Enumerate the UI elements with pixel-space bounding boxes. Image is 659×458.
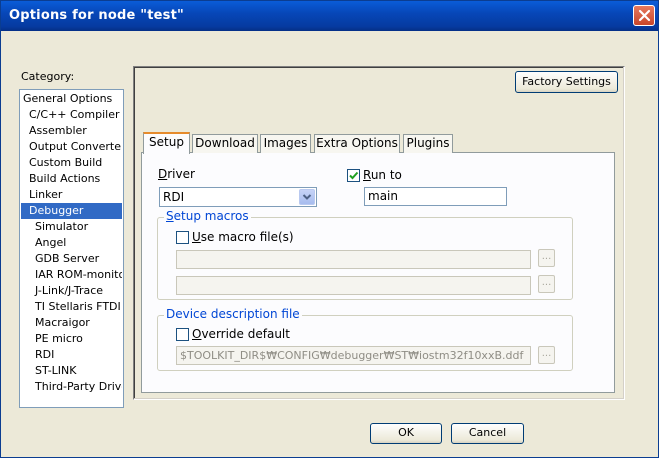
run-to-input[interactable]: main — [364, 187, 507, 206]
category-item-output-converter[interactable]: Output Converter — [21, 139, 122, 155]
tab-setup[interactable]: Setup — [143, 132, 190, 154]
device-description-legend: Device description file — [164, 307, 302, 321]
tab-label: Images — [263, 136, 308, 150]
category-item-label: Output Converter — [29, 140, 122, 153]
category-item-st-link[interactable]: ST-LINK — [21, 363, 122, 379]
category-item-custom-build[interactable]: Custom Build — [21, 155, 122, 171]
tab-label: Setup — [149, 135, 184, 149]
category-item-build-actions[interactable]: Build Actions — [21, 171, 122, 187]
category-list[interactable]: General Options C/C++ Compiler Assembler… — [19, 89, 124, 408]
macro-file-2-input[interactable] — [176, 276, 531, 295]
device-file-input[interactable]: $TOOLKIT_DIR$₩CONFIG₩debugger₩ST₩iostm32… — [176, 346, 531, 365]
category-item-linker[interactable]: Linker — [21, 187, 122, 203]
category-item-label: Debugger — [29, 204, 84, 217]
category-item-cpp-compiler[interactable]: C/C++ Compiler — [21, 107, 122, 123]
category-item-simulator[interactable]: Simulator — [21, 219, 122, 235]
category-item-label: Simulator — [35, 220, 89, 233]
category-item-label: ST-LINK — [35, 364, 77, 377]
category-item-rdi[interactable]: RDI — [21, 347, 122, 363]
driver-label: Driver — [158, 167, 195, 181]
category-item-macraigor[interactable]: Macraigor — [21, 315, 122, 331]
category-item-label: IAR ROM-monitor — [35, 268, 122, 281]
category-item-label: Angel — [35, 236, 67, 249]
chevron-down-icon[interactable] — [299, 189, 315, 205]
override-default-text: verride default — [201, 327, 290, 341]
tab-label: Plugins — [406, 136, 450, 150]
override-default-checkbox[interactable] — [176, 328, 189, 341]
ok-button[interactable]: OK — [370, 423, 442, 444]
category-item-label: RDI — [35, 348, 55, 361]
driver-label-text: river — [167, 167, 195, 181]
category-item-label: TI Stellaris FTDI — [35, 300, 121, 313]
run-to-checkbox[interactable] — [347, 169, 360, 182]
tab-label: Extra Options — [316, 136, 398, 150]
override-default-label: Override default — [192, 327, 290, 341]
cancel-button[interactable]: Cancel — [451, 423, 524, 444]
window-title: Options for node "test" — [9, 8, 184, 23]
run-to-text: un to — [370, 168, 402, 182]
category-item-label: Assembler — [29, 124, 87, 137]
use-macro-label: Use macro file(s) — [192, 230, 294, 244]
category-item-pe-micro[interactable]: PE micro — [21, 331, 122, 347]
tab-label: Download — [195, 136, 255, 150]
category-item-angel[interactable]: Angel — [21, 235, 122, 251]
close-button[interactable] — [633, 5, 655, 26]
macro-file-2-browse-button[interactable]: ... — [538, 275, 555, 293]
category-item-third-party-driver[interactable]: Third-Party Driver — [21, 379, 122, 395]
dialog-body: Category: General Options C/C++ Compiler… — [4, 31, 655, 456]
tab-extra-options[interactable]: Extra Options — [314, 134, 400, 153]
tab-images[interactable]: Images — [260, 134, 311, 153]
tab-plugins[interactable]: Plugins — [403, 134, 453, 153]
macro-file-1-browse-button[interactable]: ... — [538, 249, 555, 267]
setup-macros-legend: Setup macros — [164, 209, 251, 223]
checkmark-icon — [349, 171, 359, 180]
category-item-debugger[interactable]: Debugger — [21, 203, 122, 219]
driver-select[interactable]: RDI — [159, 187, 317, 207]
setup-macros-mnemonic: S — [166, 209, 174, 223]
category-item-label: Custom Build — [29, 156, 103, 169]
category-item-ti-stellaris-ftdi[interactable]: TI Stellaris FTDI — [21, 299, 122, 315]
options-dialog: Options for node "test" Category: Genera… — [0, 0, 659, 458]
device-file-browse-button[interactable]: ... — [538, 346, 555, 364]
category-item-jlink-jtrace[interactable]: J-Link/J-Trace — [21, 283, 122, 299]
category-label: Category: — [21, 70, 75, 83]
category-item-label: GDB Server — [35, 252, 100, 265]
factory-settings-button[interactable]: Factory Settings — [515, 71, 618, 93]
macro-file-1-input[interactable] — [176, 250, 531, 269]
category-item-label: PE micro — [35, 332, 83, 345]
category-item-label: Macraigor — [35, 316, 90, 329]
driver-label-mnemonic: D — [158, 167, 168, 181]
category-item-iar-rom-monitor[interactable]: IAR ROM-monitor — [21, 267, 122, 283]
category-item-assembler[interactable]: Assembler — [21, 123, 122, 139]
run-to-mnemonic: R — [363, 168, 371, 182]
category-item-label: Linker — [29, 188, 63, 201]
category-item-label: General Options — [23, 92, 113, 105]
category-item-general-options[interactable]: General Options — [21, 91, 122, 107]
category-item-gdb-server[interactable]: GDB Server — [21, 251, 122, 267]
category-item-label: Build Actions — [29, 172, 101, 185]
tab-download[interactable]: Download — [192, 134, 258, 153]
category-item-label: Third-Party Driver — [35, 380, 122, 393]
close-icon — [638, 9, 651, 22]
use-macro-mnemonic: U — [192, 230, 201, 244]
driver-select-value: RDI — [163, 190, 185, 204]
title-bar[interactable]: Options for node "test" — [1, 1, 658, 31]
category-item-label: C/C++ Compiler — [29, 108, 120, 121]
category-item-label: J-Link/J-Trace — [35, 284, 104, 297]
use-macro-text: se macro file(s) — [200, 230, 294, 244]
use-macro-checkbox[interactable] — [176, 231, 189, 244]
setup-macros-text: etup macros — [173, 209, 249, 223]
run-to-label: Run to — [363, 168, 402, 182]
